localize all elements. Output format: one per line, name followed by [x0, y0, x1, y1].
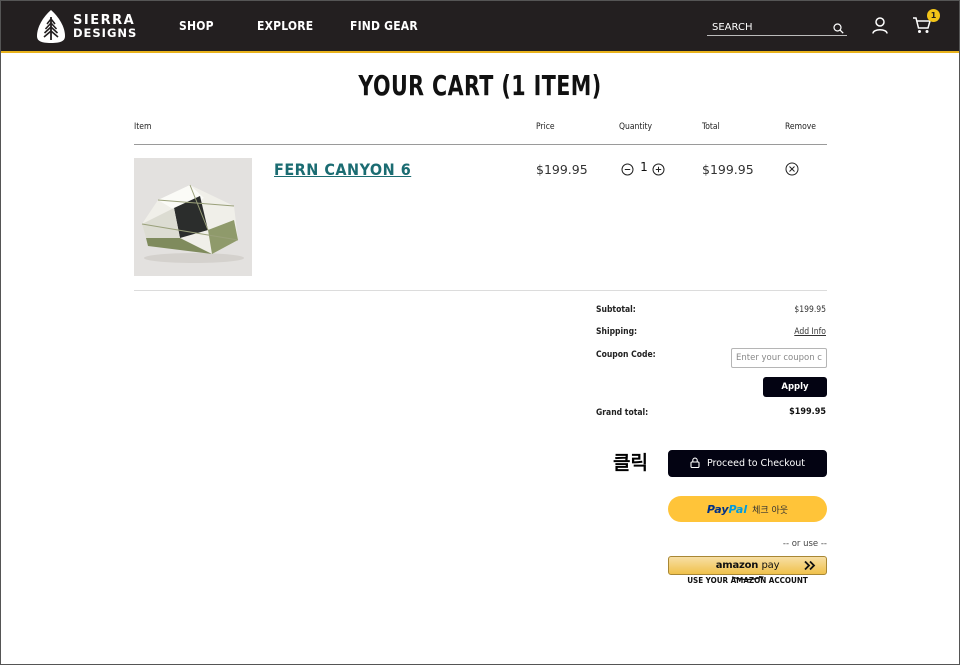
- paypal-checkout-label: 체크 아웃: [752, 505, 789, 516]
- proceed-to-checkout-button[interactable]: Proceed to Checkout: [668, 450, 827, 477]
- amazon-arrow-icon: [804, 560, 816, 574]
- item-price: $199.95: [536, 162, 588, 177]
- search-input[interactable]: [707, 17, 827, 38]
- paypal-logo: PayPal: [707, 503, 747, 516]
- search-bar: [707, 15, 847, 38]
- column-header-item: Item: [134, 122, 152, 132]
- proceed-to-checkout-label: Proceed to Checkout: [706, 458, 806, 469]
- apply-coupon-button[interactable]: Apply: [763, 377, 827, 397]
- line-item-divider: [134, 290, 827, 291]
- lock-icon: [690, 457, 700, 471]
- subtotal-value: $199.95: [794, 305, 826, 315]
- cart-count-badge: 1: [927, 9, 940, 22]
- product-name-link[interactable]: FERN CANYON 6: [274, 160, 411, 179]
- coupon-input[interactable]: [731, 348, 827, 368]
- tree-logo-icon: [35, 9, 67, 44]
- shipping-add-info-link[interactable]: Add Info: [794, 327, 826, 337]
- brand-logo[interactable]: SIERRA DESIGNS: [35, 9, 137, 44]
- amazon-caption: USE YOUR AMAZON ACCOUNT: [687, 576, 808, 585]
- quantity-value[interactable]: 1: [638, 160, 650, 174]
- paypal-logo-pal: Pal: [728, 502, 748, 516]
- item-total: $199.95: [702, 162, 754, 177]
- search-icon[interactable]: [833, 19, 844, 38]
- grand-total-value: $199.95: [789, 407, 826, 417]
- grand-total-label: Grand total:: [596, 408, 649, 418]
- nav-shop[interactable]: SHOP: [179, 19, 214, 33]
- remove-x-icon[interactable]: [785, 161, 799, 180]
- amazon-pay-button[interactable]: amazon pay: [668, 556, 827, 581]
- column-header-quantity: Quantity: [619, 122, 653, 132]
- subtotal-label: Subtotal:: [596, 305, 636, 315]
- or-use-divider: -- or use --: [782, 539, 827, 549]
- shipping-label: Shipping:: [596, 327, 638, 337]
- brand-line-1: SIERRA: [73, 12, 136, 28]
- column-header-price: Price: [536, 122, 555, 132]
- page-title: YOUR CART (1 ITEM): [358, 69, 602, 102]
- minus-circle-icon[interactable]: [621, 161, 634, 180]
- column-header-total: Total: [702, 122, 720, 132]
- site-header: SIERRA DESIGNS SHOP EXPLORE FIND GEAR 1: [1, 1, 959, 53]
- nav-find-gear[interactable]: FIND GEAR: [350, 19, 418, 33]
- brand-line-2: DESIGNS: [73, 25, 138, 40]
- coupon-label: Coupon Code:: [596, 350, 656, 360]
- product-image[interactable]: [134, 158, 252, 276]
- brand-wordmark: SIERRA DESIGNS: [73, 14, 137, 40]
- user-icon[interactable]: [872, 17, 888, 38]
- nav-explore[interactable]: EXPLORE: [257, 19, 313, 33]
- paypal-checkout-button[interactable]: PayPal 체크 아웃: [668, 496, 827, 522]
- plus-circle-icon[interactable]: [652, 161, 665, 180]
- table-header-divider: [134, 144, 827, 145]
- column-header-remove: Remove: [785, 122, 816, 132]
- click-annotation: 클릭: [613, 452, 648, 474]
- paypal-logo-pay: Pay: [706, 502, 729, 516]
